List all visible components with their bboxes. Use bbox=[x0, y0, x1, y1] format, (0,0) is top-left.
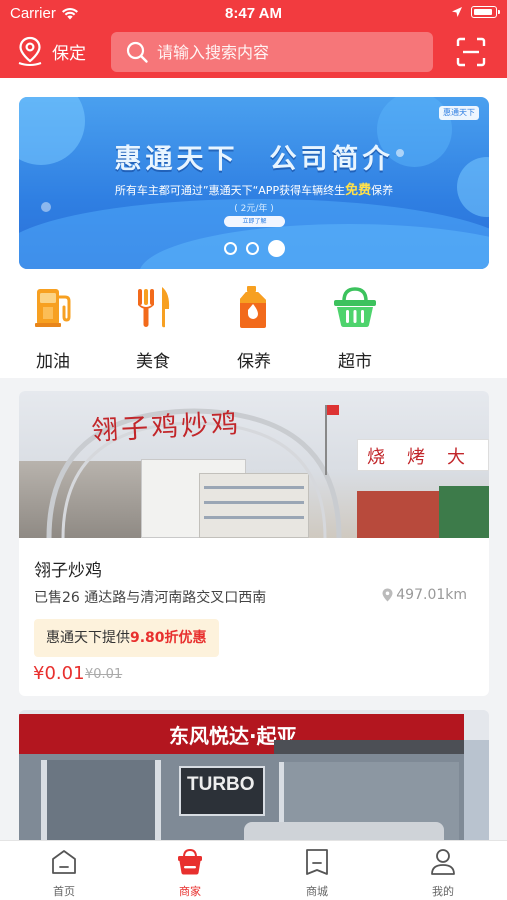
mall-icon bbox=[306, 849, 328, 875]
category-label: 超市 bbox=[338, 352, 372, 372]
nav-bar: 保定 bbox=[0, 30, 507, 74]
shop-address: 通达路与清河南路交叉口西南 bbox=[84, 590, 267, 606]
photo-flag bbox=[325, 405, 339, 415]
category-label: 美食 bbox=[136, 352, 170, 372]
photo-side-building bbox=[464, 740, 489, 840]
battery-icon bbox=[471, 6, 500, 18]
location-selector[interactable]: 保定 bbox=[16, 36, 86, 66]
shop-photo: 东风悦达·起亚 TURBO bbox=[19, 710, 489, 840]
tab-merchants[interactable]: 商家 bbox=[150, 847, 230, 899]
photo-side-text: 烧烤大 bbox=[367, 447, 487, 468]
carousel-dot[interactable] bbox=[245, 242, 259, 255]
shop-name: 翎子炒鸡 bbox=[34, 561, 102, 581]
shop-photo: 翎子鸡炒鸡 烧烤大 bbox=[19, 391, 489, 538]
home-icon bbox=[52, 850, 76, 874]
shop-sold: 已售26 bbox=[34, 590, 80, 606]
banner-price-note: ( 2元/年 ) bbox=[234, 204, 274, 214]
tab-label: 商家 bbox=[179, 885, 201, 898]
status-time: 8:47 AM bbox=[225, 5, 282, 22]
fork-knife-icon bbox=[138, 287, 170, 328]
oil-can-icon bbox=[240, 286, 266, 328]
photo-stall bbox=[357, 491, 439, 538]
category-food[interactable]: 美食 bbox=[118, 283, 188, 372]
photo-cars bbox=[244, 822, 444, 840]
banner-subtitle-free: 免费 bbox=[345, 183, 372, 198]
tab-label: 商城 bbox=[306, 885, 328, 898]
banner-subtitle: 所有车主都可通过”惠通天下“APP获得车辆终生免费保养 bbox=[19, 179, 489, 198]
location-arrow-icon bbox=[452, 7, 462, 17]
fuel-pump-icon bbox=[35, 289, 71, 327]
photo-banner-text: TURBO bbox=[187, 774, 255, 795]
status-right bbox=[451, 6, 500, 18]
shop-basket-icon bbox=[178, 848, 202, 875]
shop-promo-badge: 惠通天下提供9.80折优惠 bbox=[34, 619, 219, 657]
shop-price: ¥0.01 bbox=[33, 663, 85, 684]
tab-profile[interactable]: 我的 bbox=[403, 847, 483, 899]
photo-glass bbox=[41, 760, 161, 840]
tab-label: 我的 bbox=[432, 885, 454, 898]
search-icon bbox=[126, 41, 148, 63]
category-fuel[interactable]: 加油 bbox=[18, 283, 88, 372]
top-header: Carrier 8:47 AM 保定 bbox=[0, 0, 507, 78]
tab-label: 首页 bbox=[53, 885, 75, 898]
profile-icon bbox=[431, 849, 455, 875]
banner-learn-more-button[interactable]: 立即了解 bbox=[224, 216, 285, 227]
tab-home[interactable]: 首页 bbox=[24, 847, 104, 899]
banner-subtitle-suffix: 保养 bbox=[371, 184, 394, 197]
search-box[interactable] bbox=[111, 32, 433, 72]
carousel-dot-active[interactable] bbox=[267, 240, 285, 257]
promo-banner[interactable]: 惠通天下 惠通天下 公司简介 所有车主都可通过”惠通天下“APP获得车辆终生免费… bbox=[19, 97, 489, 269]
banner-logo: 惠通天下 bbox=[439, 106, 479, 120]
promo-discount: 9.80折优惠 bbox=[130, 630, 207, 646]
search-input[interactable] bbox=[157, 42, 407, 62]
shopping-basket-icon bbox=[334, 287, 376, 327]
photo-stall bbox=[439, 486, 489, 538]
location-marker-icon bbox=[382, 588, 393, 602]
location-pin-icon bbox=[18, 36, 42, 66]
shop-original-price: ¥0.01 bbox=[85, 667, 123, 682]
category-supermarket[interactable]: 超市 bbox=[320, 283, 390, 372]
photo-flagpole bbox=[325, 405, 327, 475]
category-grid: 加油 美食 保养 超市 bbox=[0, 283, 507, 372]
promo-prefix: 惠通天下提供 bbox=[46, 630, 130, 646]
status-bar: Carrier 8:47 AM bbox=[0, 0, 507, 26]
category-label: 加油 bbox=[36, 352, 70, 372]
banner-title: 惠通天下 公司简介 bbox=[114, 144, 394, 175]
carousel-indicator bbox=[19, 240, 489, 257]
category-label: 保养 bbox=[237, 352, 271, 372]
photo-sign-text: 翎子鸡炒鸡 bbox=[90, 408, 242, 447]
tab-mall[interactable]: 商城 bbox=[277, 847, 357, 899]
shop-card[interactable]: 东风悦达·起亚 TURBO bbox=[19, 710, 489, 840]
banner-subtitle-prefix: 所有车主都可通过”惠通天下“APP获得车辆终生 bbox=[114, 184, 346, 197]
shop-distance: 497.01km bbox=[382, 587, 467, 603]
location-label: 保定 bbox=[52, 43, 86, 64]
shop-card[interactable]: 翎子鸡炒鸡 烧烤大 翎子炒鸡 已售26 通达路与清河南路交叉口西南 497.01… bbox=[19, 391, 489, 696]
category-maintenance[interactable]: 保养 bbox=[219, 283, 289, 372]
carousel-dot[interactable] bbox=[223, 242, 237, 255]
shop-distance-value: 497.01km bbox=[396, 587, 467, 603]
bottom-tab-bar: 首页 商家 商城 我的 bbox=[0, 840, 507, 900]
shop-sold-address: 已售26 通达路与清河南路交叉口西南 bbox=[34, 587, 266, 607]
scan-icon[interactable] bbox=[455, 36, 487, 68]
